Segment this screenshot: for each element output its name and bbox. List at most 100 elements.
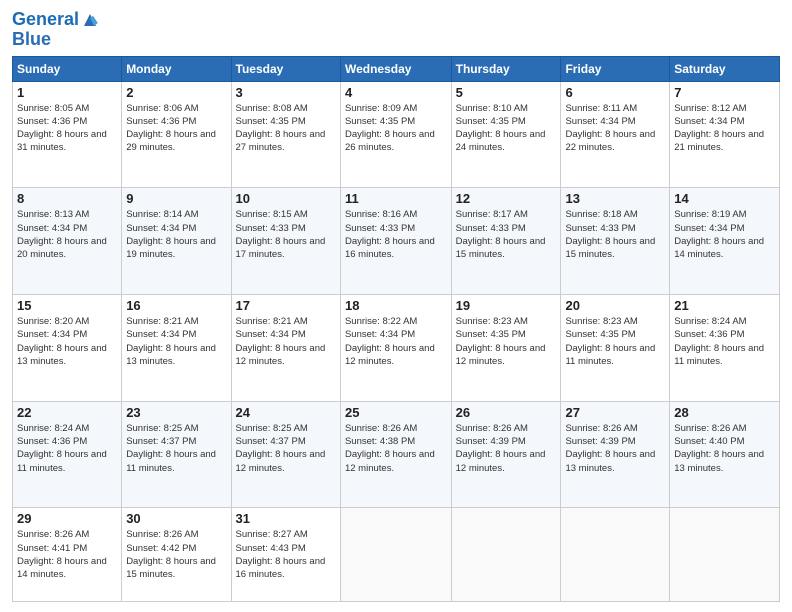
day-number: 25 (345, 405, 447, 420)
calendar-week-1: 1 Sunrise: 8:05 AM Sunset: 4:36 PM Dayli… (13, 81, 780, 188)
calendar-cell: 23 Sunrise: 8:25 AM Sunset: 4:37 PM Dayl… (122, 401, 231, 508)
calendar-cell: 4 Sunrise: 8:09 AM Sunset: 4:35 PM Dayli… (340, 81, 451, 188)
calendar-cell: 3 Sunrise: 8:08 AM Sunset: 4:35 PM Dayli… (231, 81, 340, 188)
day-number: 31 (236, 511, 336, 526)
calendar-cell: 30 Sunrise: 8:26 AM Sunset: 4:42 PM Dayl… (122, 508, 231, 602)
day-header-monday: Monday (122, 56, 231, 81)
calendar-cell (451, 508, 561, 602)
day-number: 27 (565, 405, 665, 420)
day-number: 3 (236, 85, 336, 100)
day-detail: Sunrise: 8:27 AM Sunset: 4:43 PM Dayligh… (236, 528, 336, 581)
calendar-cell (340, 508, 451, 602)
calendar-cell: 2 Sunrise: 8:06 AM Sunset: 4:36 PM Dayli… (122, 81, 231, 188)
calendar-cell: 7 Sunrise: 8:12 AM Sunset: 4:34 PM Dayli… (670, 81, 780, 188)
day-detail: Sunrise: 8:11 AM Sunset: 4:34 PM Dayligh… (565, 102, 665, 155)
calendar-cell: 13 Sunrise: 8:18 AM Sunset: 4:33 PM Dayl… (561, 188, 670, 295)
calendar-cell: 27 Sunrise: 8:26 AM Sunset: 4:39 PM Dayl… (561, 401, 670, 508)
calendar-table: SundayMondayTuesdayWednesdayThursdayFrid… (12, 56, 780, 602)
day-detail: Sunrise: 8:19 AM Sunset: 4:34 PM Dayligh… (674, 208, 775, 261)
day-number: 17 (236, 298, 336, 313)
day-detail: Sunrise: 8:16 AM Sunset: 4:33 PM Dayligh… (345, 208, 447, 261)
calendar-cell: 15 Sunrise: 8:20 AM Sunset: 4:34 PM Dayl… (13, 295, 122, 402)
day-detail: Sunrise: 8:22 AM Sunset: 4:34 PM Dayligh… (345, 315, 447, 368)
calendar-cell: 21 Sunrise: 8:24 AM Sunset: 4:36 PM Dayl… (670, 295, 780, 402)
calendar-cell: 14 Sunrise: 8:19 AM Sunset: 4:34 PM Dayl… (670, 188, 780, 295)
day-number: 10 (236, 191, 336, 206)
day-detail: Sunrise: 8:23 AM Sunset: 4:35 PM Dayligh… (456, 315, 557, 368)
day-number: 7 (674, 85, 775, 100)
day-header-saturday: Saturday (670, 56, 780, 81)
day-detail: Sunrise: 8:14 AM Sunset: 4:34 PM Dayligh… (126, 208, 226, 261)
day-number: 9 (126, 191, 226, 206)
logo-text: General (12, 10, 79, 30)
calendar-cell: 25 Sunrise: 8:26 AM Sunset: 4:38 PM Dayl… (340, 401, 451, 508)
calendar-cell: 28 Sunrise: 8:26 AM Sunset: 4:40 PM Dayl… (670, 401, 780, 508)
header: General Blue (12, 10, 780, 50)
day-header-wednesday: Wednesday (340, 56, 451, 81)
day-number: 13 (565, 191, 665, 206)
day-number: 20 (565, 298, 665, 313)
day-detail: Sunrise: 8:15 AM Sunset: 4:33 PM Dayligh… (236, 208, 336, 261)
day-number: 19 (456, 298, 557, 313)
day-number: 14 (674, 191, 775, 206)
day-detail: Sunrise: 8:24 AM Sunset: 4:36 PM Dayligh… (17, 422, 117, 475)
calendar-cell: 22 Sunrise: 8:24 AM Sunset: 4:36 PM Dayl… (13, 401, 122, 508)
calendar-week-5: 29 Sunrise: 8:26 AM Sunset: 4:41 PM Dayl… (13, 508, 780, 602)
day-detail: Sunrise: 8:05 AM Sunset: 4:36 PM Dayligh… (17, 102, 117, 155)
day-number: 11 (345, 191, 447, 206)
logo-text-blue: Blue (12, 30, 99, 50)
day-number: 28 (674, 405, 775, 420)
calendar-cell: 6 Sunrise: 8:11 AM Sunset: 4:34 PM Dayli… (561, 81, 670, 188)
day-number: 16 (126, 298, 226, 313)
day-number: 22 (17, 405, 117, 420)
day-number: 29 (17, 511, 117, 526)
calendar-cell: 5 Sunrise: 8:10 AM Sunset: 4:35 PM Dayli… (451, 81, 561, 188)
day-detail: Sunrise: 8:12 AM Sunset: 4:34 PM Dayligh… (674, 102, 775, 155)
day-detail: Sunrise: 8:26 AM Sunset: 4:39 PM Dayligh… (456, 422, 557, 475)
calendar-cell: 31 Sunrise: 8:27 AM Sunset: 4:43 PM Dayl… (231, 508, 340, 602)
calendar-cell: 26 Sunrise: 8:26 AM Sunset: 4:39 PM Dayl… (451, 401, 561, 508)
calendar-cell: 1 Sunrise: 8:05 AM Sunset: 4:36 PM Dayli… (13, 81, 122, 188)
day-header-tuesday: Tuesday (231, 56, 340, 81)
calendar-cell (561, 508, 670, 602)
calendar-cell: 18 Sunrise: 8:22 AM Sunset: 4:34 PM Dayl… (340, 295, 451, 402)
day-header-sunday: Sunday (13, 56, 122, 81)
day-number: 21 (674, 298, 775, 313)
day-number: 18 (345, 298, 447, 313)
day-detail: Sunrise: 8:18 AM Sunset: 4:33 PM Dayligh… (565, 208, 665, 261)
day-detail: Sunrise: 8:21 AM Sunset: 4:34 PM Dayligh… (236, 315, 336, 368)
day-detail: Sunrise: 8:17 AM Sunset: 4:33 PM Dayligh… (456, 208, 557, 261)
calendar-cell: 29 Sunrise: 8:26 AM Sunset: 4:41 PM Dayl… (13, 508, 122, 602)
logo: General Blue (12, 10, 99, 50)
day-detail: Sunrise: 8:25 AM Sunset: 4:37 PM Dayligh… (236, 422, 336, 475)
day-detail: Sunrise: 8:23 AM Sunset: 4:35 PM Dayligh… (565, 315, 665, 368)
day-detail: Sunrise: 8:21 AM Sunset: 4:34 PM Dayligh… (126, 315, 226, 368)
calendar-week-3: 15 Sunrise: 8:20 AM Sunset: 4:34 PM Dayl… (13, 295, 780, 402)
calendar-cell: 8 Sunrise: 8:13 AM Sunset: 4:34 PM Dayli… (13, 188, 122, 295)
day-detail: Sunrise: 8:13 AM Sunset: 4:34 PM Dayligh… (17, 208, 117, 261)
day-number: 24 (236, 405, 336, 420)
calendar-cell: 11 Sunrise: 8:16 AM Sunset: 4:33 PM Dayl… (340, 188, 451, 295)
calendar-cell: 12 Sunrise: 8:17 AM Sunset: 4:33 PM Dayl… (451, 188, 561, 295)
day-number: 4 (345, 85, 447, 100)
day-detail: Sunrise: 8:26 AM Sunset: 4:41 PM Dayligh… (17, 528, 117, 581)
day-detail: Sunrise: 8:20 AM Sunset: 4:34 PM Dayligh… (17, 315, 117, 368)
day-detail: Sunrise: 8:26 AM Sunset: 4:42 PM Dayligh… (126, 528, 226, 581)
day-number: 15 (17, 298, 117, 313)
logo-icon (81, 11, 99, 29)
day-header-friday: Friday (561, 56, 670, 81)
calendar-header-row: SundayMondayTuesdayWednesdayThursdayFrid… (13, 56, 780, 81)
day-number: 12 (456, 191, 557, 206)
day-detail: Sunrise: 8:25 AM Sunset: 4:37 PM Dayligh… (126, 422, 226, 475)
day-detail: Sunrise: 8:26 AM Sunset: 4:39 PM Dayligh… (565, 422, 665, 475)
day-number: 26 (456, 405, 557, 420)
day-detail: Sunrise: 8:26 AM Sunset: 4:38 PM Dayligh… (345, 422, 447, 475)
calendar-cell: 19 Sunrise: 8:23 AM Sunset: 4:35 PM Dayl… (451, 295, 561, 402)
calendar-week-2: 8 Sunrise: 8:13 AM Sunset: 4:34 PM Dayli… (13, 188, 780, 295)
day-number: 23 (126, 405, 226, 420)
calendar-week-4: 22 Sunrise: 8:24 AM Sunset: 4:36 PM Dayl… (13, 401, 780, 508)
day-number: 6 (565, 85, 665, 100)
day-detail: Sunrise: 8:24 AM Sunset: 4:36 PM Dayligh… (674, 315, 775, 368)
day-detail: Sunrise: 8:10 AM Sunset: 4:35 PM Dayligh… (456, 102, 557, 155)
day-header-thursday: Thursday (451, 56, 561, 81)
